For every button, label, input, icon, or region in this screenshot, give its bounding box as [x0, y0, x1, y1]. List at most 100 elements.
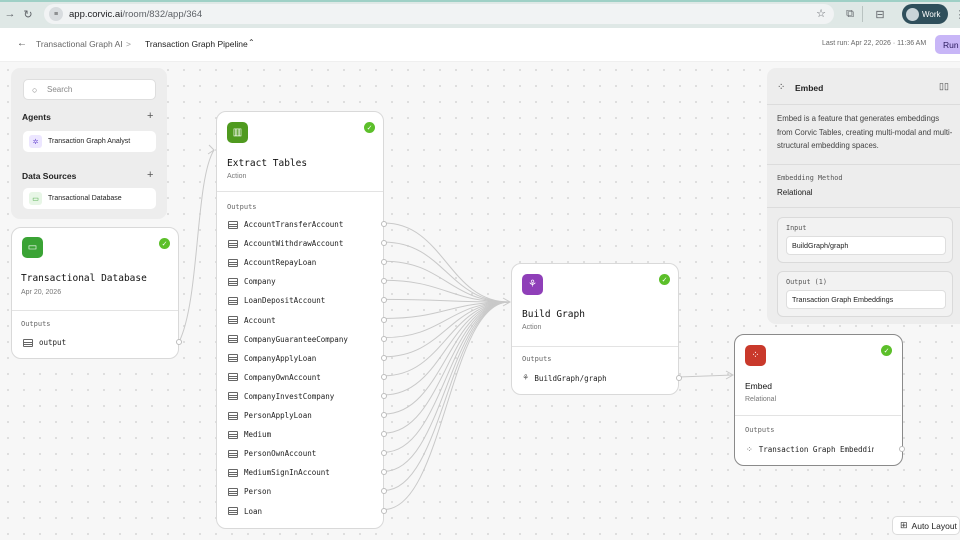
table-columns-icon: ▥	[227, 122, 248, 143]
node-subtitle: Relational	[745, 396, 777, 403]
node-transactional-database[interactable]: ▭ ✓ Transactional Database Apr 20, 2026 …	[11, 227, 182, 359]
agent-label: Transaction Graph Analyst	[48, 138, 131, 145]
inspector-divider	[767, 104, 960, 105]
output-label: AccountWithdrawAccount	[244, 239, 344, 249]
output-port[interactable]	[176, 339, 182, 345]
embed-icon: ⁘	[777, 82, 786, 93]
node-extract-tables[interactable]: ▥ ✓ Extract Tables Action Outputs Accoun…	[216, 111, 387, 529]
table-icon	[228, 430, 238, 439]
embedding-method-value[interactable]: Relational	[777, 188, 813, 197]
table-icon	[228, 411, 238, 420]
output-label: Transaction Graph Embedding	[758, 445, 874, 454]
node-subtitle: Apr 20, 2026	[21, 289, 62, 296]
table-icon	[228, 335, 238, 344]
data-source-label: Transactional Database	[48, 195, 122, 202]
left-panel: ○ Search Agents + ✲ Transaction Graph An…	[11, 68, 167, 219]
auto-layout-button[interactable]: ⊞ Auto Layout	[892, 516, 960, 535]
output-row[interactable]: LoanDepositAccount	[228, 296, 325, 305]
add-agent-plus-icon[interactable]: +	[147, 110, 153, 122]
table-icon	[228, 277, 238, 286]
add-data-source-plus-icon[interactable]: +	[147, 169, 153, 181]
output-port[interactable]	[381, 335, 387, 342]
output-row[interactable]: CompanyOwnAccount	[228, 373, 321, 382]
output-port[interactable]	[381, 354, 387, 361]
output-label: output	[39, 338, 67, 347]
output-label: Person	[244, 487, 272, 497]
output-label: Company	[244, 277, 276, 287]
edge-build-embed	[678, 374, 734, 378]
agent-item[interactable]: ✲ Transaction Graph Analyst	[23, 131, 156, 152]
table-icon	[228, 239, 238, 248]
output-port[interactable]	[381, 392, 387, 399]
output-label: BuildGraph/graph	[534, 373, 607, 383]
edge-extract-build	[383, 301, 510, 434]
input-field-group: Input BuildGraph/graph	[777, 217, 953, 263]
embed-icon: ⁘	[745, 345, 766, 366]
output-port[interactable]	[381, 221, 387, 227]
status-check-icon: ✓	[159, 238, 170, 249]
search-input[interactable]: ○ Search	[23, 79, 156, 100]
output-row[interactable]: Person	[228, 487, 271, 496]
output-port[interactable]	[381, 507, 387, 514]
output-row[interactable]: Company	[228, 277, 276, 286]
output-label: CompanyGuaranteeCompany	[244, 334, 348, 344]
output-port[interactable]	[676, 375, 682, 381]
table-icon	[228, 220, 238, 229]
node-divider	[735, 415, 901, 416]
output-label: AccountRepayLoan	[244, 258, 317, 268]
outputs-label: Outputs	[745, 426, 775, 434]
output-row[interactable]: AccountRepayLoan	[228, 258, 316, 267]
node-divider	[512, 346, 678, 347]
outputs-label: Outputs	[227, 203, 257, 211]
output-row[interactable]: PersonApplyLoan	[228, 411, 312, 420]
book-icon[interactable]: ▯▯	[939, 81, 949, 92]
output-label: MediumSignInAccount	[244, 468, 330, 478]
output-port[interactable]	[381, 373, 387, 380]
output-row[interactable]: CompanyGuaranteeCompany	[228, 335, 348, 344]
output-field-group: Output (1) Transaction Graph Embeddings	[777, 271, 953, 317]
output-port[interactable]	[381, 316, 387, 323]
inspector-divider	[767, 207, 960, 208]
output-row[interactable]: output	[23, 338, 66, 347]
search-placeholder: Search	[47, 85, 73, 94]
output-row[interactable]: Loan	[228, 507, 262, 516]
graph-icon: ⚘	[522, 274, 543, 295]
output-port[interactable]	[899, 446, 905, 452]
status-check-icon: ✓	[881, 345, 892, 356]
output-row[interactable]: AccountTransferAccount	[228, 220, 343, 229]
data-source-item[interactable]: ▭ Transactional Database	[23, 188, 156, 209]
edge-extract-build	[383, 241, 510, 303]
output-row[interactable]: CompanyApplyLoan	[228, 354, 316, 363]
output-label: CompanyInvestCompany	[244, 391, 335, 401]
output-row[interactable]: MediumSignInAccount	[228, 468, 330, 477]
table-icon	[228, 392, 238, 401]
edge-extract-build	[383, 301, 510, 491]
edge-arrowhead	[207, 144, 215, 155]
table-icon	[228, 507, 238, 515]
edge-extract-build	[383, 301, 510, 377]
output-row[interactable]: Medium	[228, 430, 271, 439]
graph-icon: ⚘	[523, 373, 529, 383]
output-label: Account	[244, 315, 276, 325]
output-port[interactable]	[381, 412, 387, 418]
output-value[interactable]: Transaction Graph Embeddings	[786, 290, 946, 309]
inspector-panel: ⁘ Embed ▯▯ Embed is a feature that gener…	[767, 68, 960, 324]
input-label: Input	[786, 224, 807, 232]
node-embed[interactable]: ⁘ ✓ Embed Relational Outputs ⁘ Transacti…	[734, 334, 905, 466]
input-value[interactable]: BuildGraph/graph	[786, 236, 946, 255]
output-row[interactable]: PersonOwnAccount	[228, 449, 316, 458]
inspector-divider	[767, 164, 960, 165]
grid-icon: ⊞	[900, 520, 908, 530]
output-row[interactable]: ⁘ Transaction Graph Embedding	[746, 445, 874, 454]
output-row[interactable]: ⚘ BuildGraph/graph	[523, 373, 607, 383]
node-build-graph[interactable]: ⚘ ✓ Build Graph Action Outputs ⚘ BuildGr…	[511, 263, 682, 395]
outputs-label: Outputs	[21, 320, 51, 328]
output-label: LoanDepositAccount	[244, 296, 326, 306]
table-icon	[228, 316, 238, 324]
monitor-icon: ▭	[29, 192, 42, 205]
inspector-title: Embed	[795, 83, 824, 93]
output-row[interactable]: CompanyInvestCompany	[228, 392, 334, 401]
output-row[interactable]: AccountWithdrawAccount	[228, 239, 343, 248]
table-icon	[228, 468, 238, 477]
output-row[interactable]: Account	[228, 316, 276, 325]
